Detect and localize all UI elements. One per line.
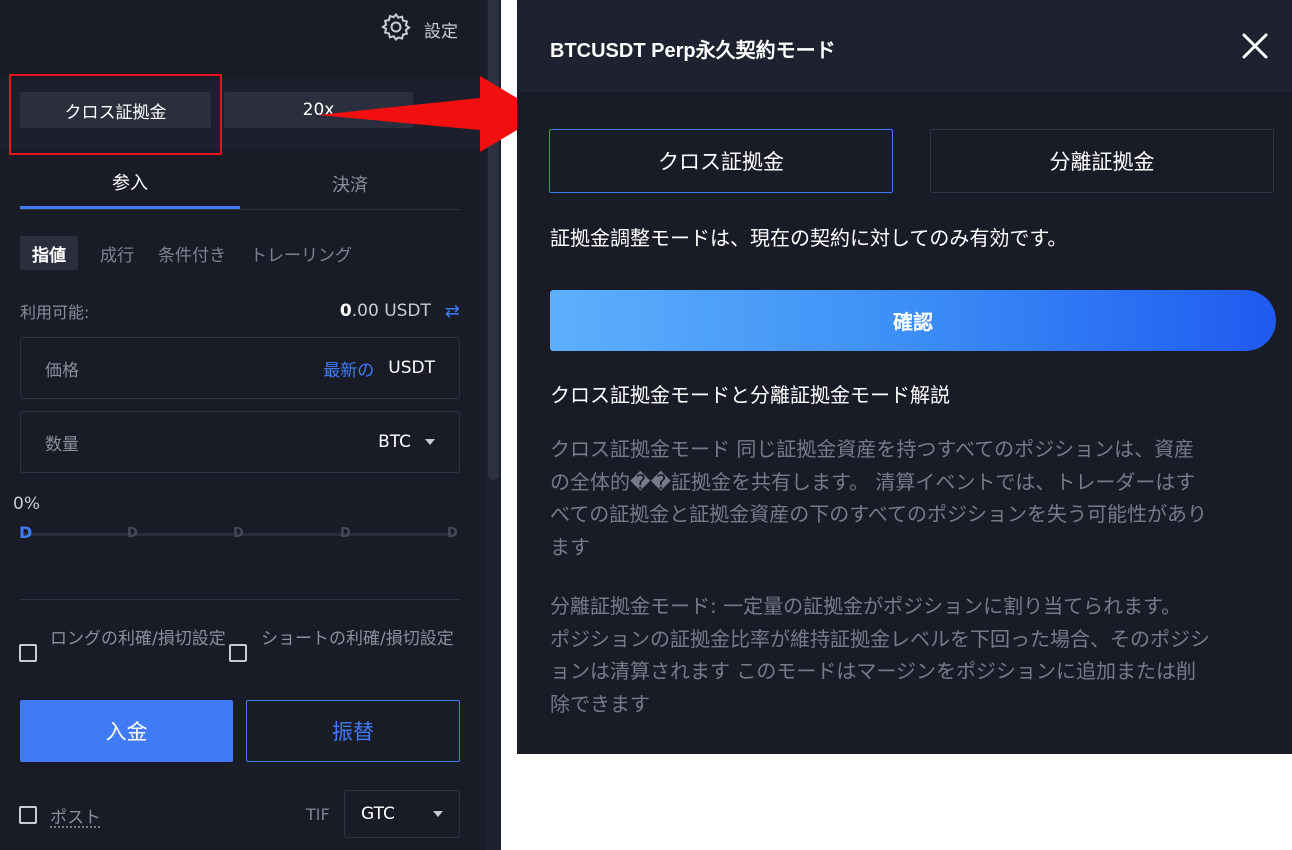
gear-icon: [380, 11, 412, 47]
explanation-line: 分離証拠金モード: 一定量の証拠金がポジションに割り当てられます。: [550, 594, 1182, 618]
order-type-trailing[interactable]: トレーリング: [238, 236, 364, 270]
dialog-header: BTCUSDT Perp永久契約モード: [517, 0, 1292, 92]
percent-label: 0%: [13, 494, 40, 514]
explanation-line: ョンは清算されます このモードはマージンをポジションに追加または削: [550, 659, 1196, 683]
quantity-unit: BTC: [378, 432, 411, 452]
deposit-button[interactable]: 入金: [20, 700, 233, 762]
post-only-checkbox[interactable]: [19, 806, 37, 824]
available-value: 0.00 USDT: [340, 301, 431, 321]
dialog-title: BTCUSDT Perp永久契約モード: [550, 40, 836, 62]
explanation-line: ます: [550, 534, 590, 559]
isolated-margin-explanation: 分離証拠金モード: 一定量の証拠金がポジションに割り当てられます。 ポジションの…: [550, 590, 1278, 720]
tif-value: GTC: [361, 804, 395, 824]
explanation-title: クロス証拠金モードと分離証拠金モード解説: [550, 383, 950, 407]
post-only-label[interactable]: ポスト: [50, 803, 101, 828]
available-balance-row: 利用可能: 0.00 USDT ⇄: [20, 298, 460, 324]
order-side-tabs: 参入 決済: [20, 158, 460, 210]
order-type-limit[interactable]: 指値: [20, 236, 78, 270]
slider-mark[interactable]: D: [447, 526, 458, 541]
order-type-tabs: 指値 成行 条件付き トレーリング: [20, 236, 364, 270]
explanation-line: べての証拠金と証拠金資産の下のすべてのポジションを失う可能性があり: [550, 502, 1207, 526]
cross-margin-option[interactable]: クロス証拠金: [549, 129, 893, 193]
transfer-button[interactable]: 振替: [246, 700, 460, 762]
isolated-margin-option[interactable]: 分離証拠金: [930, 129, 1274, 193]
explanation-line: クロス証拠金モード 同じ証拠金資産を持つすべてのポジションは、資産: [550, 437, 1195, 461]
price-label: 価格: [45, 360, 79, 381]
quantity-input[interactable]: 数量 BTC: [20, 411, 460, 473]
tif-select[interactable]: GTC: [344, 790, 460, 838]
latest-price-button[interactable]: 最新の: [323, 356, 374, 381]
cross-margin-explanation: クロス証拠金モード 同じ証拠金資産を持つすべてのポジションは、資産 の全体的��…: [550, 433, 1278, 563]
annotation-arrow: [318, 76, 544, 152]
short-tpsl-label: ショートの利確/損切設定: [261, 629, 454, 649]
tif-label: TIF: [306, 805, 330, 824]
margin-mode-button[interactable]: クロス証拠金: [20, 92, 211, 128]
available-value-int: 0: [339, 301, 352, 321]
close-icon[interactable]: [1239, 30, 1271, 62]
quantity-label: 数量: [45, 434, 79, 455]
explanation-line: 除できます: [550, 691, 650, 716]
slider-mark[interactable]: D: [127, 526, 138, 541]
settings-button[interactable]: 設定: [380, 12, 458, 46]
swap-icon[interactable]: ⇄: [445, 301, 460, 322]
chevron-down-icon[interactable]: [425, 439, 435, 445]
available-value-rest: .00 USDT: [351, 301, 431, 321]
short-tpsl-checkbox[interactable]: [229, 644, 247, 662]
settings-label: 設定: [424, 21, 458, 42]
confirm-button[interactable]: 確認: [550, 290, 1276, 351]
long-tpsl-checkbox[interactable]: [19, 644, 37, 662]
dialog-note: 証拠金調整モードは、現在の契約に対してのみ有効です。: [550, 226, 1068, 250]
tab-enter[interactable]: 参入: [20, 158, 240, 209]
scrollbar-thumb[interactable]: [488, 0, 499, 480]
tab-close[interactable]: 決済: [240, 158, 460, 209]
price-unit: USDT: [388, 358, 435, 378]
long-tpsl-label: ロングの利確/損切設定: [50, 629, 226, 649]
chevron-down-icon: [433, 811, 443, 817]
slider-mark[interactable]: D: [19, 523, 32, 542]
price-input[interactable]: 価格 最新の USDT: [20, 337, 460, 399]
explanation-line: の全体的��証拠金を共有します。 清算イベントでは、トレーダーはす: [550, 469, 1196, 494]
margin-mode-dialog: BTCUSDT Perp永久契約モード クロス証拠金 分離証拠金 証拠金調整モー…: [517, 0, 1292, 754]
order-type-market[interactable]: 成行: [88, 236, 146, 270]
order-type-conditional[interactable]: 条件付き: [146, 236, 238, 270]
slider-mark[interactable]: D: [233, 526, 244, 541]
section-divider: [20, 599, 460, 600]
available-label: 利用可能:: [20, 303, 90, 322]
slider-mark[interactable]: D: [340, 526, 351, 541]
explanation-line: ポジションの証拠金比率が維持証拠金レベルを下回った場合、そのポジシ: [550, 626, 1210, 651]
